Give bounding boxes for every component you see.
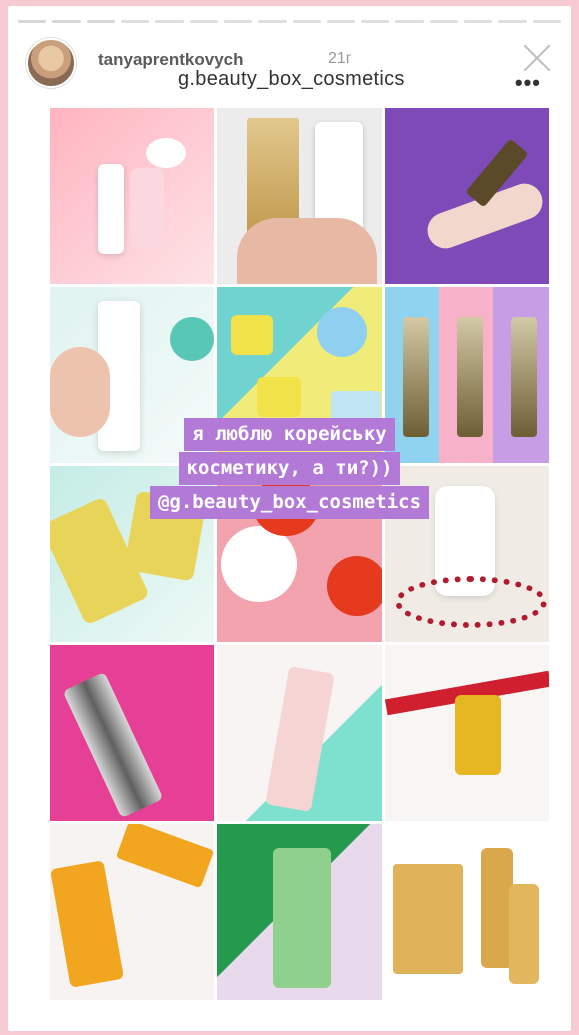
progress-segment <box>532 20 561 23</box>
progress-segment <box>86 20 115 23</box>
progress-segment <box>395 20 424 23</box>
product-grid <box>50 108 549 1000</box>
story-frame: tanyaprentkovych 21г g.beauty_box_cosmet… <box>8 6 571 1031</box>
progress-segment <box>189 20 218 23</box>
more-options-icon[interactable]: ••• <box>536 994 559 1020</box>
story-title[interactable]: g.beauty_box_cosmetics <box>178 68 405 91</box>
grid-image <box>50 824 215 1000</box>
grid-image <box>217 645 382 821</box>
send-icon[interactable] <box>474 990 508 1020</box>
progress-segment <box>223 20 253 23</box>
progress-segment <box>18 20 47 23</box>
username[interactable]: tanyaprentkovych <box>98 50 244 70</box>
progress-segment <box>326 20 356 23</box>
overlay-line-2: косметику, а ти?)) <box>178 452 401 485</box>
overlay-mention[interactable]: @g.beauty_box_cosmetics <box>149 486 430 519</box>
story-progress <box>18 20 561 23</box>
progress-segment <box>155 20 184 23</box>
post-time: 21г <box>328 50 352 67</box>
progress-segment <box>464 20 493 23</box>
grid-image <box>50 645 215 821</box>
progress-segment <box>429 20 459 23</box>
grid-image <box>217 824 382 1000</box>
progress-segment <box>52 20 81 23</box>
grid-image <box>384 645 549 821</box>
grid-image <box>384 824 549 1000</box>
grid-image <box>50 108 215 284</box>
progress-segment <box>258 20 287 23</box>
avatar[interactable] <box>26 38 76 88</box>
grid-image <box>384 108 549 284</box>
overlay-line-1: я люблю корейську <box>184 418 395 451</box>
more-icon[interactable]: ••• <box>515 70 541 96</box>
progress-segment <box>361 20 390 23</box>
progress-segment <box>292 20 321 23</box>
progress-segment <box>498 20 527 23</box>
story-text-overlay: я люблю корейську косметику, а ти?)) @g.… <box>8 418 571 520</box>
progress-segment <box>120 20 150 23</box>
grid-image <box>217 108 382 284</box>
